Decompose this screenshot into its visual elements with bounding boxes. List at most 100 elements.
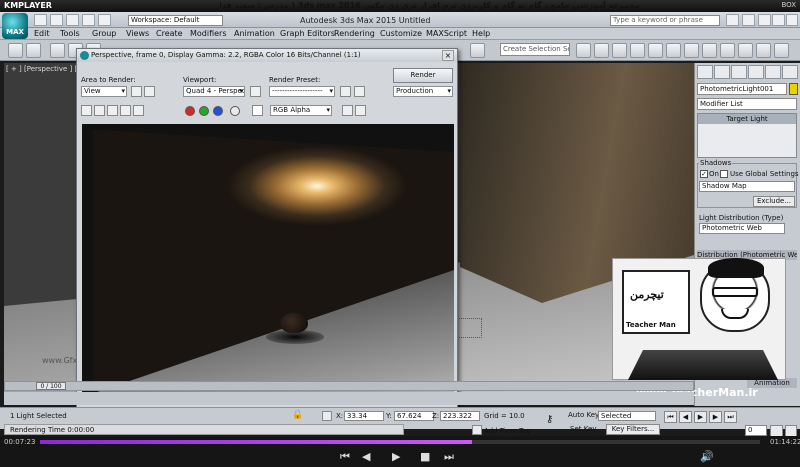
save-image-icon[interactable] bbox=[81, 105, 92, 116]
redo-icon[interactable] bbox=[98, 14, 111, 26]
auto-region-icon[interactable] bbox=[144, 86, 155, 97]
z-coord-field[interactable]: 223.322 bbox=[440, 411, 480, 421]
key-selection-dropdown[interactable]: Selected bbox=[598, 411, 656, 421]
toggle-ui-icon[interactable] bbox=[355, 105, 366, 116]
maximize-icon[interactable] bbox=[772, 14, 785, 26]
auto-key-button[interactable]: Auto Key bbox=[568, 411, 599, 421]
kmp-stop-icon[interactable]: ■ bbox=[420, 450, 430, 463]
go-to-start-icon[interactable]: ⏮ bbox=[664, 411, 677, 423]
stack-item-target-light[interactable]: Target Light bbox=[698, 114, 796, 124]
trackbar[interactable] bbox=[4, 392, 694, 405]
menu-animation[interactable]: Animation bbox=[234, 29, 275, 38]
keyword-search-input[interactable]: Type a keyword or phrase bbox=[610, 15, 720, 26]
green-channel-icon[interactable] bbox=[199, 106, 209, 116]
curve-editor-icon[interactable] bbox=[648, 43, 663, 58]
redo-toolbar-icon[interactable] bbox=[26, 43, 41, 58]
object-color-swatch[interactable] bbox=[789, 83, 798, 95]
current-frame-field[interactable]: 0 bbox=[745, 425, 767, 436]
play-icon[interactable]: ▶ bbox=[694, 411, 707, 423]
red-channel-icon[interactable] bbox=[185, 106, 195, 116]
render-window-close-button[interactable]: × bbox=[442, 50, 454, 61]
open-file-icon[interactable] bbox=[50, 14, 63, 26]
display-channel-dropdown[interactable]: RGB Alpha bbox=[270, 105, 332, 116]
undo-toolbar-icon[interactable] bbox=[8, 43, 23, 58]
use-global-settings-checkbox[interactable] bbox=[720, 170, 728, 178]
shadows-on-checkbox[interactable]: ✓ bbox=[700, 170, 708, 178]
menu-tools[interactable]: Tools bbox=[60, 29, 80, 38]
previous-frame-icon[interactable]: ◀ bbox=[679, 411, 692, 423]
go-to-end-icon[interactable]: ⏭ bbox=[724, 411, 737, 423]
kmp-play-icon[interactable]: ▶ bbox=[392, 450, 400, 463]
toggle-ui-overlay-icon[interactable] bbox=[342, 105, 353, 116]
area-to-render-dropdown[interactable]: View bbox=[81, 86, 127, 97]
clone-window-icon[interactable] bbox=[107, 105, 118, 116]
menu-edit[interactable]: Edit bbox=[34, 29, 50, 38]
select-link-icon[interactable] bbox=[50, 43, 65, 58]
key-icon[interactable]: ⚷ bbox=[546, 414, 553, 425]
color-swatch-icon[interactable] bbox=[252, 105, 263, 116]
x-coord-field[interactable]: 33.34 bbox=[344, 411, 384, 421]
activeshade-icon[interactable] bbox=[774, 43, 789, 58]
max-app-button[interactable]: MAX bbox=[2, 13, 28, 39]
create-tab-icon[interactable] bbox=[697, 65, 713, 79]
environment-effects-icon[interactable] bbox=[354, 86, 365, 97]
render-iterative-icon[interactable] bbox=[756, 43, 771, 58]
time-tag-icon[interactable] bbox=[472, 425, 482, 435]
menu-customize[interactable]: Customize bbox=[380, 29, 422, 38]
material-editor-icon[interactable] bbox=[684, 43, 699, 58]
y-coord-field[interactable]: 67.624 bbox=[394, 411, 434, 421]
hierarchy-tab-icon[interactable] bbox=[731, 65, 747, 79]
render-setup-small-icon[interactable] bbox=[340, 86, 351, 97]
modifier-list-dropdown[interactable]: Modifier List bbox=[697, 98, 797, 110]
alpha-channel-icon[interactable] bbox=[230, 106, 240, 116]
help-icon[interactable] bbox=[742, 14, 755, 26]
light-distribution-dropdown[interactable]: Photometric Web bbox=[699, 223, 785, 234]
edit-region-icon[interactable] bbox=[131, 86, 142, 97]
copy-image-icon[interactable] bbox=[94, 105, 105, 116]
graphite-ribbon-icon[interactable] bbox=[630, 43, 645, 58]
menu-group[interactable]: Group bbox=[92, 29, 116, 38]
selection-set-dropdown[interactable]: Create Selection Se bbox=[500, 43, 570, 56]
render-preset-dropdown[interactable]: -------------------- bbox=[269, 86, 335, 97]
viewport-dropdown[interactable]: Quad 4 - Perspec bbox=[183, 86, 245, 97]
display-tab-icon[interactable] bbox=[765, 65, 781, 79]
render-setup-icon[interactable] bbox=[702, 43, 717, 58]
exclude-button[interactable]: Exclude... bbox=[753, 196, 795, 207]
motion-tab-icon[interactable] bbox=[748, 65, 764, 79]
binoculars-icon[interactable] bbox=[726, 14, 739, 26]
menu-rendering[interactable]: Rendering bbox=[334, 29, 375, 38]
menu-help[interactable]: Help bbox=[472, 29, 490, 38]
modify-tab-icon[interactable] bbox=[714, 65, 730, 79]
save-file-icon[interactable] bbox=[66, 14, 79, 26]
mirror-icon[interactable] bbox=[576, 43, 591, 58]
layer-manager-icon[interactable] bbox=[612, 43, 627, 58]
selection-lock-icon[interactable]: 🔒 bbox=[292, 410, 303, 421]
workspace-dropdown[interactable]: Workspace: Default bbox=[128, 15, 223, 26]
kmplayer-logo[interactable]: KMPLAYER bbox=[4, 1, 52, 10]
menu-views[interactable]: Views bbox=[126, 29, 149, 38]
print-image-icon[interactable] bbox=[120, 105, 131, 116]
new-file-icon[interactable] bbox=[34, 14, 47, 26]
time-slider-thumb[interactable]: 0 / 100 bbox=[36, 382, 66, 390]
production-dropdown[interactable]: Production bbox=[393, 86, 453, 97]
add-time-tag-button[interactable]: Add Time Tag bbox=[484, 427, 531, 435]
next-frame-icon[interactable]: ▶ bbox=[709, 411, 722, 423]
close-icon[interactable] bbox=[786, 14, 798, 26]
kmp-rewind-icon[interactable]: ◀ bbox=[362, 450, 370, 463]
key-filters-button[interactable]: Key Filters... bbox=[606, 424, 660, 435]
blue-channel-icon[interactable] bbox=[213, 106, 223, 116]
set-key-button[interactable]: Set Key bbox=[570, 425, 596, 433]
clear-image-icon[interactable] bbox=[133, 105, 144, 116]
utilities-tab-icon[interactable] bbox=[782, 65, 798, 79]
named-selection-icon[interactable] bbox=[470, 43, 485, 58]
lock-viewport-icon[interactable] bbox=[250, 86, 261, 97]
absolute-mode-icon[interactable] bbox=[322, 411, 332, 421]
kmplayer-window-controls[interactable]: BOX bbox=[781, 1, 796, 9]
menu-graph-editors[interactable]: Graph Editors bbox=[280, 29, 335, 38]
schematic-view-icon[interactable] bbox=[666, 43, 681, 58]
menu-maxscript[interactable]: MAXScript bbox=[426, 29, 467, 38]
menu-create[interactable]: Create bbox=[156, 29, 183, 38]
undo-icon[interactable] bbox=[82, 14, 95, 26]
time-slider[interactable] bbox=[4, 381, 694, 391]
shadow-type-dropdown[interactable]: Shadow Map bbox=[699, 181, 795, 192]
